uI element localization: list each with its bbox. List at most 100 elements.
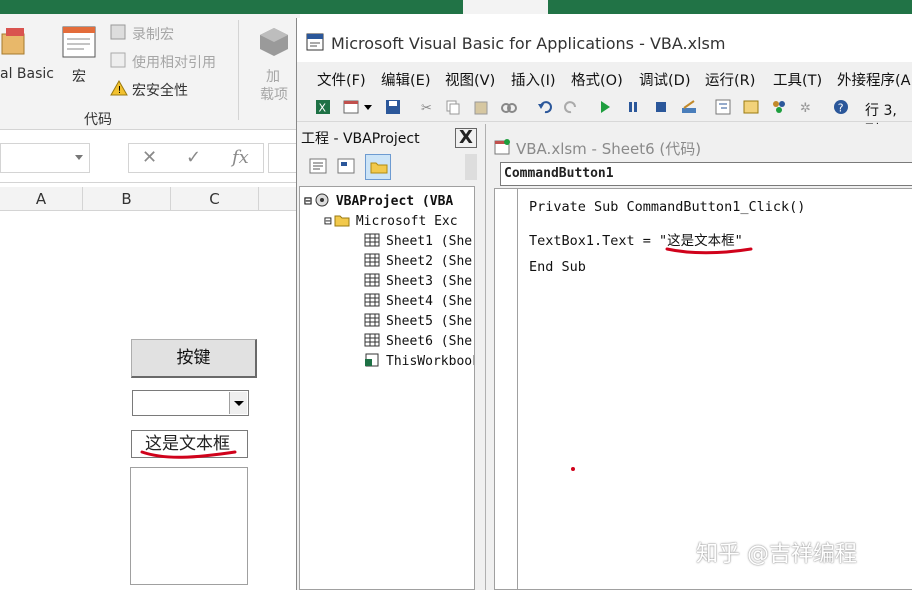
macro-label[interactable]: 宏 [72, 66, 86, 86]
svg-text:X: X [319, 102, 327, 115]
break-icon[interactable] [625, 99, 641, 115]
vba-editor-window: Microsoft Visual Basic for Applications … [296, 18, 912, 590]
addins-label-1[interactable]: 加 [266, 66, 280, 86]
record-macro-button[interactable]: 录制宏 [132, 24, 174, 44]
project-explorer-icon[interactable] [715, 99, 731, 115]
annotation-underline-textbox [140, 450, 237, 459]
column-header-b[interactable]: B [83, 187, 171, 211]
relative-reference-icon [110, 52, 126, 68]
project-tree-item[interactable]: ⊟ VBAProject (VBA [304, 193, 453, 209]
paste-icon[interactable] [473, 99, 489, 115]
copy-icon[interactable] [445, 99, 461, 115]
toggle-folders-button[interactable] [365, 154, 391, 180]
design-mode-icon[interactable] [681, 99, 697, 115]
menu-format[interactable]: 格式(O) [571, 69, 623, 90]
insert-userform-icon[interactable] [343, 99, 359, 115]
excel-ribbon: al Basic 宏 录制宏 使用相对引用 ! 宏安全性 代码 加 载项 [0, 14, 300, 130]
project-tree-item[interactable]: ThisWorkbook [364, 353, 475, 369]
project-tree-item[interactable]: Sheet6 (She [364, 333, 472, 349]
reset-icon[interactable] [653, 99, 669, 115]
code-editor[interactable]: Private Sub CommandButton1_Click() TextB… [494, 188, 912, 590]
project-tree-item[interactable]: Sheet5 (She [364, 313, 472, 329]
code-group-label: 代码 [84, 112, 112, 128]
find-icon[interactable] [501, 99, 517, 115]
addins-label-2[interactable]: 载项 [260, 84, 288, 104]
view-excel-icon[interactable]: X [315, 99, 331, 115]
cut-icon[interactable]: ✂ [419, 99, 435, 115]
menu-insert[interactable]: 插入(I) [511, 69, 556, 90]
workbook-icon [365, 353, 379, 367]
toolbox-icon[interactable]: ✲ [799, 99, 815, 115]
code-line-1[interactable]: Private Sub CommandButton1_Click() [529, 199, 805, 215]
menu-edit[interactable]: 编辑(E) [381, 69, 430, 90]
insert-function-icon[interactable]: fx [232, 147, 249, 168]
help-icon[interactable]: ? [833, 99, 849, 115]
enter-icon[interactable]: ✓ [186, 147, 201, 168]
command-button-1[interactable]: 按键 [131, 339, 257, 378]
insert-dropdown-chevron-icon[interactable] [363, 99, 373, 115]
menu-addins[interactable]: 外接程序(A [837, 69, 911, 90]
menu-debug[interactable]: 调试(D) [639, 69, 690, 90]
view-code-icon[interactable] [309, 158, 327, 174]
view-object-icon[interactable] [337, 158, 355, 174]
macro-security-button[interactable]: 宏安全性 [132, 80, 188, 100]
project-tree-item[interactable]: Sheet4 (She [364, 293, 472, 309]
folder-icon [370, 162, 388, 174]
project-tree-item[interactable]: Sheet1 (She [364, 233, 472, 249]
watermark: 知乎 @吉祥编程 [696, 542, 857, 567]
name-box[interactable] [0, 143, 90, 173]
properties-window-icon[interactable] [743, 99, 759, 115]
vba-app-icon [306, 33, 324, 51]
ribbon-divider [238, 20, 239, 120]
project-tree-item[interactable]: ⊟ Microsoft Exc [324, 213, 458, 229]
sheet-icon [364, 273, 380, 287]
object-browser-icon[interactable] [771, 99, 787, 115]
run-icon[interactable] [597, 99, 613, 115]
tab-developer[interactable] [463, 0, 548, 14]
code-window-title: VBA.xlsm - Sheet6 (代码) [516, 140, 702, 158]
list-box-1[interactable] [130, 467, 248, 585]
expand-toggle-icon[interactable]: ⊟ [324, 214, 332, 229]
vba-toolbar: X ✂ ✲ ? 行 3, 列 [297, 94, 912, 139]
project-explorer-panel: 工程 - VBAProject X ⊟ VBAProject (VBA ⊟ Micro… [297, 124, 479, 590]
visual-basic-icon[interactable] [0, 26, 30, 60]
menu-file[interactable]: 文件(F) [317, 69, 366, 90]
combo-box-1[interactable] [132, 390, 249, 416]
addins-icon[interactable] [258, 26, 290, 58]
visual-basic-label[interactable]: al Basic [0, 66, 54, 82]
project-tree-label: Sheet6 (She [386, 334, 473, 349]
relative-reference-button[interactable]: 使用相对引用 [132, 52, 216, 72]
project-tree-label: ThisWorkbook [386, 354, 475, 369]
save-icon[interactable] [385, 99, 401, 115]
code-window: VBA.xlsm - Sheet6 (代码) CommandButton1 Pr… [485, 124, 912, 590]
project-tree-item[interactable]: Sheet2 (She [364, 253, 472, 269]
combo-dropdown-arrow-icon[interactable] [229, 392, 247, 414]
menu-view[interactable]: 视图(V) [445, 69, 495, 90]
column-header-a[interactable]: A [0, 187, 83, 211]
redo-icon[interactable] [563, 99, 579, 115]
sheet-icon [364, 233, 380, 247]
project-tree: ⊟ VBAProject (VBA ⊟ Microsoft Exc Sheet1 (Sh… [299, 186, 475, 590]
project-tree-label: Sheet1 (She [386, 234, 473, 249]
project-tree-label: Sheet3 (She [386, 274, 473, 289]
project-tree-label: VBAProject (VBA [335, 194, 454, 209]
scrollbar-top[interactable] [465, 154, 477, 180]
column-header-c[interactable]: C [171, 187, 259, 211]
expand-toggle-icon[interactable]: ⊟ [304, 194, 312, 209]
project-explorer-toolbar [299, 152, 479, 182]
code-line-3[interactable]: End Sub [529, 259, 586, 275]
menu-tools[interactable]: 工具(T) [773, 69, 822, 90]
menu-run[interactable]: 运行(R) [705, 69, 755, 90]
project-tree-label: Microsoft Exc [355, 214, 458, 229]
object-dropdown[interactable]: CommandButton1 [500, 162, 912, 186]
formula-bar: ✕ ✓ fx [0, 131, 300, 183]
project-tree-item[interactable]: Sheet3 (She [364, 273, 472, 289]
project-tree-label: Sheet4 (She [386, 294, 473, 309]
cancel-icon[interactable]: ✕ [142, 147, 157, 168]
vba-project-icon [315, 193, 329, 207]
folder-icon [334, 215, 350, 227]
undo-icon[interactable] [537, 99, 553, 115]
macro-icon[interactable] [62, 26, 96, 62]
close-icon[interactable]: X [455, 128, 477, 148]
code-margin-indicator-bar [517, 189, 518, 590]
